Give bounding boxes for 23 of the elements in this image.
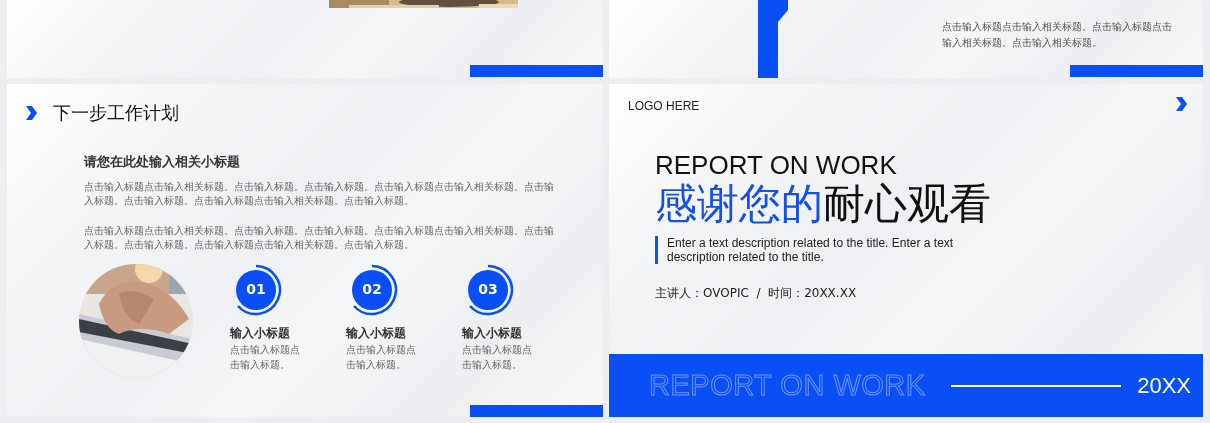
slide-title: 下一步工作计划 bbox=[53, 101, 179, 125]
logo-text: LOGO HERE bbox=[628, 98, 700, 115]
year-text: 20XX bbox=[1137, 372, 1191, 400]
step-text: 点击输入标题点击输入标题。 bbox=[462, 342, 533, 372]
step-number: 03 bbox=[468, 269, 508, 310]
step-text: 点击输入标题点击输入标题。 bbox=[230, 342, 301, 372]
step-text: 点击输入标题点击输入标题。 bbox=[346, 342, 417, 372]
step-number: 02 bbox=[352, 269, 392, 310]
chevron-icon bbox=[25, 105, 37, 120]
step-title: 输入小标题 bbox=[462, 324, 523, 342]
step-title: 输入小标题 bbox=[346, 324, 407, 342]
presenter-info: 主讲人：OVOPIC / 时间：20XX.XX bbox=[655, 284, 858, 302]
chevron-icon bbox=[1175, 97, 1187, 111]
step-number: 01 bbox=[236, 269, 276, 310]
body-text: 点击输入标题点击输入相关标题。点击输入标题。点击输入标题。点击输入标题点击输入相关标题。点击输入标题。点击输入标题。点击输入标题点击输入相关标题。点击输入标题。 bbox=[84, 179, 554, 208]
step-title: 输入小标题 bbox=[230, 324, 291, 342]
slide-title: 感谢您的耐心观看 bbox=[655, 179, 992, 228]
description: Enter a text description related to the title. Enter a text description related to the title. bbox=[655, 235, 955, 264]
body-text: 点击输入标题点击输入相关标题。点击输入标题点击输入相关标题。点击输入相关标题。 bbox=[942, 20, 1173, 50]
body-text: 点击输入标题点击输入相关标题。点击输入标题。点击输入标题。点击输入标题点击输入相关标题。点击输入标题。点击输入标题。点击输入标题点击输入相关标题。点击输入标题。 bbox=[84, 223, 554, 252]
slide-heading: REPORT ON WORK bbox=[655, 151, 898, 180]
outline-text: REPORT ON WORK bbox=[649, 367, 926, 403]
subtitle: 请您在此处输入相关小标题 bbox=[84, 153, 241, 171]
